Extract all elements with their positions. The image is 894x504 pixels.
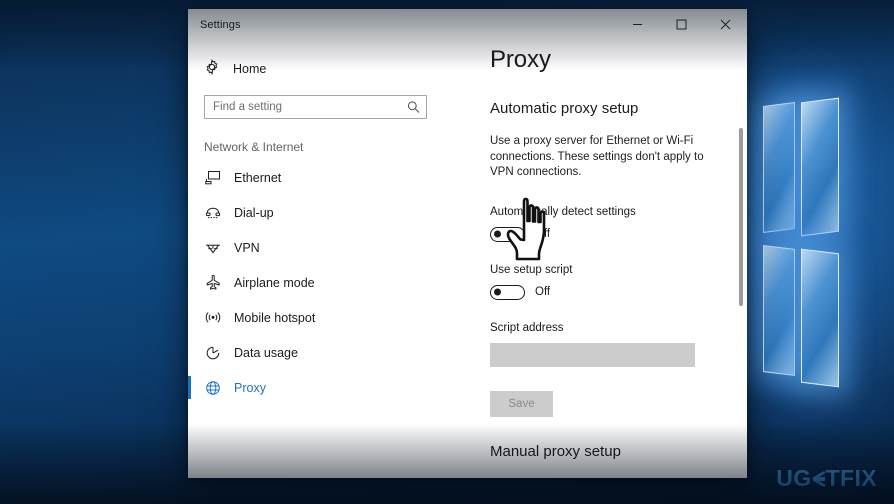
search-input[interactable] — [205, 96, 426, 118]
auto-detect-toggle-row: Off — [490, 226, 725, 242]
home-label: Home — [233, 62, 267, 76]
sidebar-item-label: Proxy — [234, 380, 266, 395]
manual-proxy-section-title: Manual proxy setup — [490, 442, 621, 460]
sidebar-item-label: Dial-up — [234, 205, 274, 220]
desktop-wallpaper: Settings Home Find a setting Network & I… — [0, 0, 894, 504]
save-button[interactable]: Save — [490, 390, 553, 417]
sidebar-item-data-usage[interactable]: Data usage — [188, 335, 435, 370]
airplane-icon — [204, 274, 221, 291]
sidebar-item-label: VPN — [234, 240, 260, 255]
windows-logo-wallpaper — [757, 97, 887, 394]
ugetfix-watermark: UG TFIX — [776, 467, 877, 490]
logo-pane-top-right — [801, 97, 839, 237]
minimize-button[interactable] — [615, 9, 659, 40]
sidebar-item-label: Airplane mode — [234, 275, 315, 290]
dialup-phone-icon — [204, 204, 221, 221]
logo-pane-bottom-right — [801, 248, 839, 388]
automatic-proxy-section-title: Automatic proxy setup — [490, 100, 639, 117]
automatic-proxy-description: Use a proxy server for Ethernet or Wi-Fi… — [490, 135, 704, 178]
sidebar-item-label: Mobile hotspot — [234, 310, 316, 325]
search-container — [188, 86, 435, 119]
script-address-input[interactable] — [490, 342, 695, 367]
main-scrollbar[interactable] — [738, 76, 744, 474]
window-titlebar[interactable]: Settings — [188, 9, 747, 40]
scrollbar-thumb[interactable] — [739, 128, 743, 306]
window-body: Home Network & Internet — [188, 40, 747, 478]
setup-script-toggle-row: Off — [490, 284, 725, 300]
auto-detect-state: Off — [535, 228, 551, 240]
setup-script-state: Off — [535, 286, 551, 298]
sidebar-item-vpn[interactable]: VPN — [188, 230, 435, 265]
search-icon — [407, 101, 420, 114]
main-content: Proxy Automatic proxy setup Use a proxy … — [435, 46, 747, 478]
close-button[interactable] — [703, 9, 747, 40]
script-address-label: Script address — [490, 321, 564, 334]
sidebar-item-label: Ethernet — [234, 170, 282, 185]
search-box[interactable] — [204, 95, 427, 119]
settings-main-pane: Proxy Automatic proxy setup Use a proxy … — [435, 40, 747, 478]
caption-button-group — [615, 9, 747, 40]
logo-pane-top-left — [763, 102, 795, 233]
settings-sidebar: Home Network & Internet — [188, 40, 435, 478]
hotspot-icon — [204, 309, 221, 326]
sidebar-item-home[interactable]: Home — [188, 52, 435, 86]
page-title: Proxy — [490, 46, 551, 73]
globe-icon — [204, 379, 221, 396]
toggle-knob — [494, 230, 501, 238]
sidebar-item-dial-up[interactable]: Dial-up — [188, 195, 435, 230]
watermark-text-after: TFIX — [825, 465, 877, 491]
data-usage-icon — [204, 344, 221, 361]
window-title: Settings — [200, 18, 241, 31]
auto-detect-label: Automatically detect settings — [490, 205, 636, 218]
gear-icon — [204, 58, 220, 80]
sidebar-group-title: Network & Internet — [204, 140, 304, 154]
toggle-knob — [494, 288, 501, 296]
logo-pane-bottom-left — [763, 245, 795, 376]
setup-script-toggle[interactable] — [490, 284, 525, 300]
maximize-button[interactable] — [659, 9, 703, 40]
watermark-stylized-e-icon — [811, 469, 827, 489]
sidebar-item-airplane-mode[interactable]: Airplane mode — [188, 265, 435, 300]
sidebar-item-proxy[interactable]: Proxy — [188, 370, 435, 405]
watermark-text-before: UG — [776, 465, 812, 491]
sidebar-item-ethernet[interactable]: Ethernet — [188, 160, 435, 195]
settings-window: Settings Home Find a setting Network & I… — [188, 9, 747, 478]
sidebar-item-label: Data usage — [234, 345, 298, 360]
setup-script-label: Use setup script — [490, 263, 573, 276]
sidebar-item-mobile-hotspot[interactable]: Mobile hotspot — [188, 300, 435, 335]
ethernet-icon — [204, 169, 221, 186]
auto-detect-toggle[interactable] — [490, 226, 525, 242]
vpn-icon — [204, 239, 221, 256]
manual-proxy-description: Use a proxy server for Ethernet or Wi-Fi… — [490, 477, 725, 479]
